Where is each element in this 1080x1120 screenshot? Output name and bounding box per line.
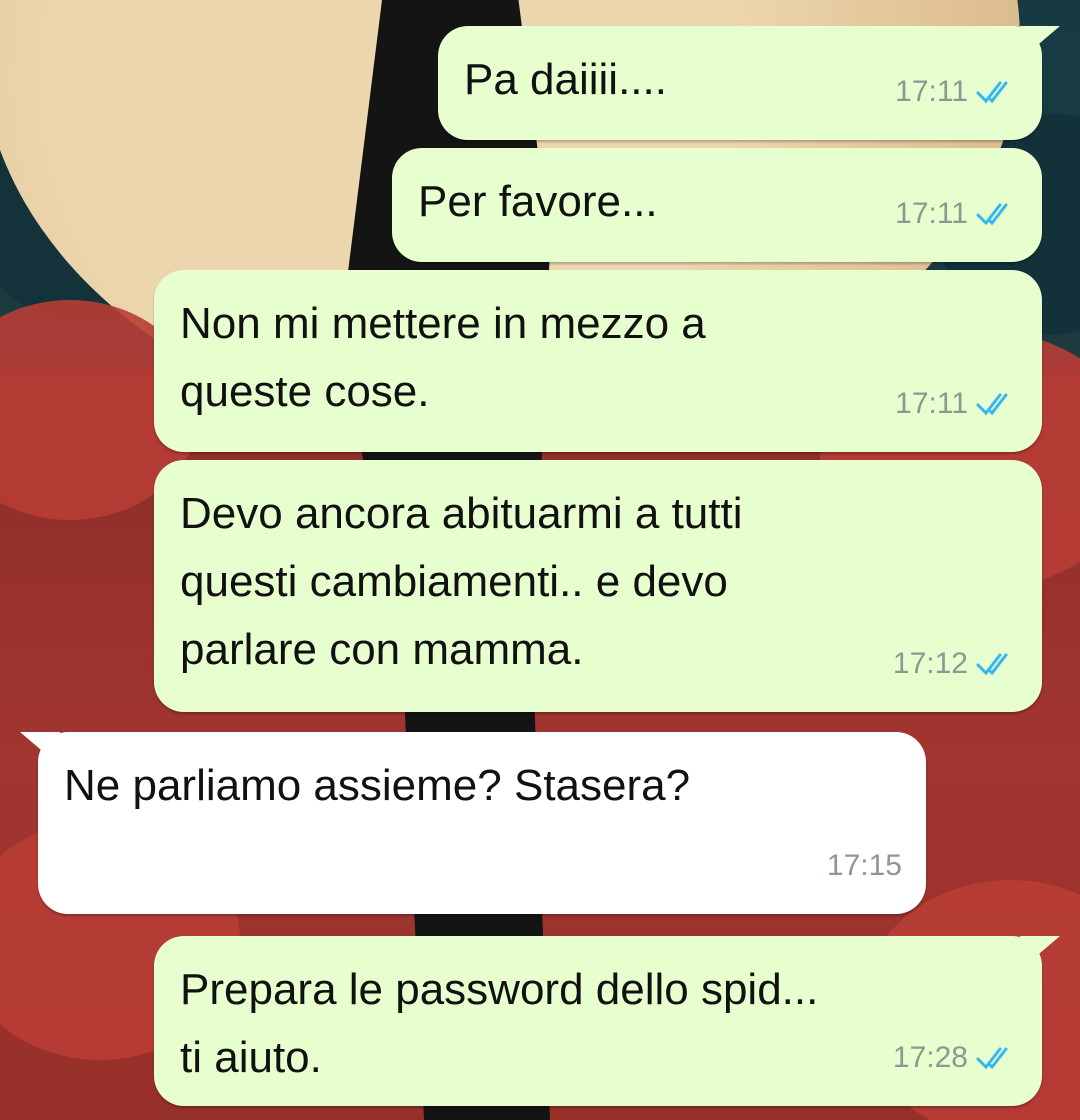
message-meta: 17:15 [827,832,902,900]
message-text: Prepara le password dello spid... ti aiu… [180,965,819,1082]
read-double-check-icon [976,203,1008,226]
message-bubble-incoming[interactable]: Ne parliamo assieme? Stasera? 17:15 [20,732,926,914]
message-text: Ne parliamo assieme? Stasera? [64,761,691,810]
message-bubble-outgoing[interactable]: Devo ancora abituarmi a tutti questi cam… [154,460,1042,712]
message-meta: 17:28 [893,1024,1018,1092]
message-bubble-outgoing[interactable]: Non mi mettere in mezzo a queste cose. 1… [154,270,1042,452]
message-bubble-outgoing[interactable]: Prepara le password dello spid... ti aiu… [154,936,1060,1106]
message-text: Devo ancora abituarmi a tutti questi cam… [180,489,743,674]
message-list[interactable]: Pa daiiii.... 17:11 Per favore... 17:11 … [0,0,1080,1120]
read-double-check-icon [976,81,1008,104]
message-time: 17:28 [892,1041,968,1074]
read-double-check-icon [976,653,1008,676]
read-double-check-icon [976,393,1008,416]
bubble-tail [20,732,60,766]
message-meta: 17:12 [893,630,1018,698]
bubble-tail [1020,26,1060,60]
message-meta: 17:11 [895,370,1018,438]
message-time: 17:11 [895,75,968,108]
message-bubble-outgoing[interactable]: Per favore... 17:11 [392,148,1042,262]
message-text: Per favore... [418,177,658,226]
message-meta: 17:11 [895,58,1018,126]
message-meta: 17:11 [895,180,1018,248]
message-time: 17:11 [895,387,968,420]
message-time: 17:11 [895,197,968,230]
message-text: Non mi mettere in mezzo a queste cose. [180,299,706,416]
bubble-tail [1020,936,1060,970]
read-double-check-icon [976,1047,1008,1070]
message-text: Pa daiiii.... [464,55,667,104]
message-time: 17:15 [826,849,902,882]
message-bubble-outgoing[interactable]: Pa daiiii.... 17:11 [438,26,1060,140]
message-time: 17:12 [892,647,968,680]
